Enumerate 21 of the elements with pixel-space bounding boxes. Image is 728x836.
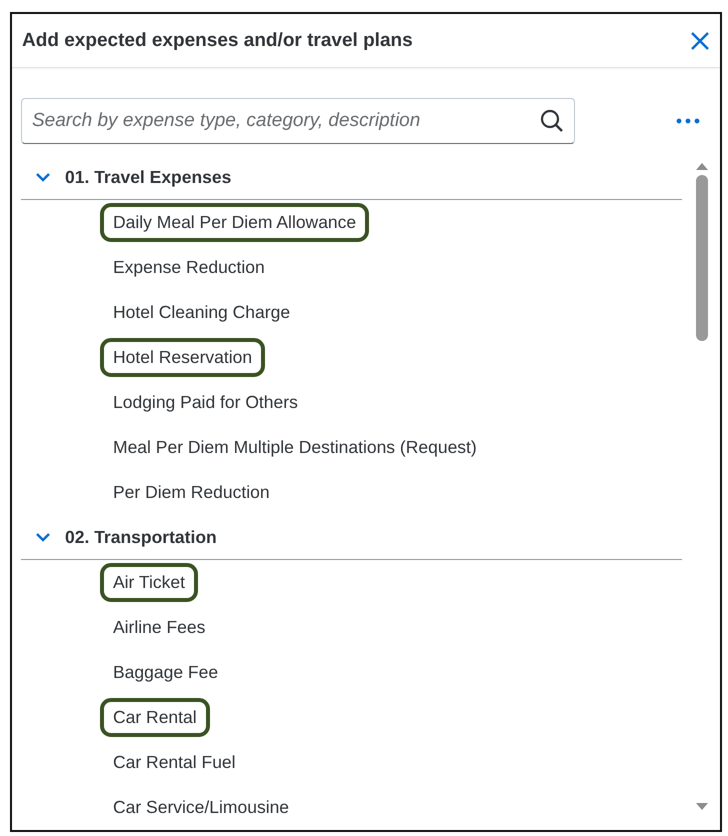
group-header[interactable]: 02. Transportation [21,515,682,560]
group-header[interactable]: 01. Travel Expenses [21,155,682,200]
expense-type-item[interactable]: Baggage Fee [104,657,228,688]
dialog-title: Add expected expenses and/or travel plans [22,30,413,52]
more-icon [676,118,700,124]
chevron-icon [35,172,51,182]
expense-type-item[interactable]: Car Rental Fuel [104,747,245,778]
expense-type-item[interactable]: Car Service/Limousine [104,792,298,823]
scroll-up-icon[interactable] [695,161,709,171]
search-icon [539,108,565,134]
search-field[interactable]: Search by expense type, category, description [21,98,575,144]
expense-type-item[interactable]: Airline Fees [104,612,214,643]
expense-type-item[interactable]: Lodging Paid for Others [104,387,307,418]
chevron-icon [35,532,51,542]
scroll-down-icon[interactable] [695,802,709,812]
expense-type-item[interactable]: Meal Per Diem Multiple Destinations (Request) [104,432,486,463]
scrollbar-thumb[interactable] [696,175,708,341]
expense-type-item[interactable]: Per Diem Reduction [104,477,279,508]
close-icon [690,30,710,50]
expense-type-item[interactable]: Hotel Cleaning Charge [104,297,300,328]
expense-type-item[interactable]: Expense Reduction [104,252,274,283]
